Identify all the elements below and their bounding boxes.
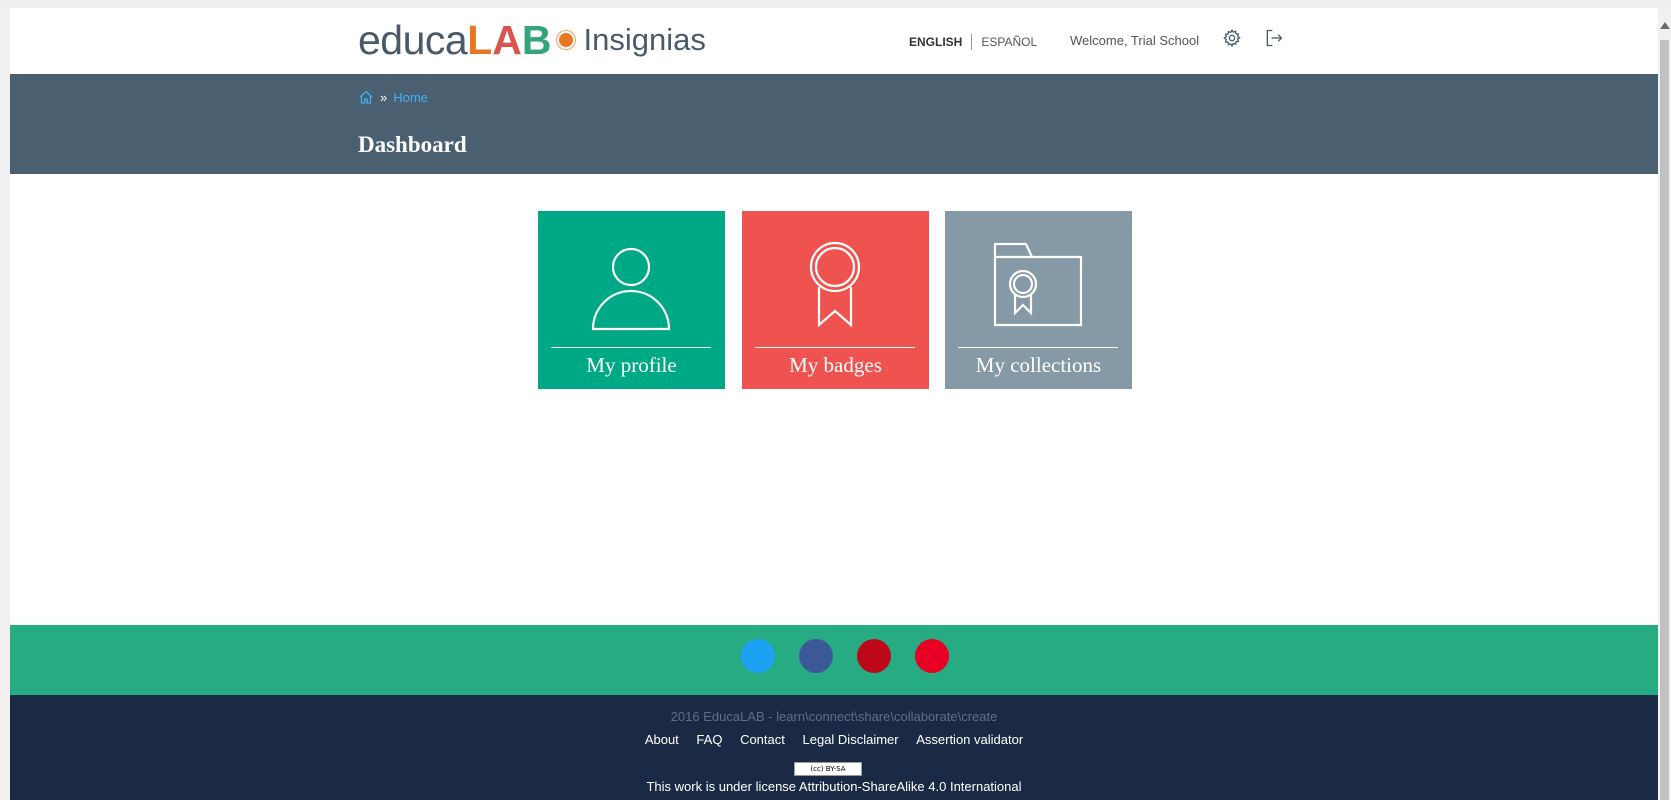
twitter-icon[interactable] bbox=[741, 639, 775, 673]
badge-icon bbox=[809, 241, 861, 328]
logo-lab-b: B bbox=[521, 17, 552, 63]
educalab-logo[interactable]: educa L A B Insignias bbox=[358, 17, 706, 63]
logo-lab-a: A bbox=[492, 17, 522, 63]
footer-links: About FAQ Contact Legal Disclaimer Asser… bbox=[10, 732, 1658, 747]
logo-insignias-text: Insignias bbox=[583, 22, 706, 57]
social-bar bbox=[10, 625, 1658, 695]
breadcrumb-separator: » bbox=[380, 89, 388, 105]
tile-divider bbox=[755, 347, 915, 348]
my-badges-label: My badges bbox=[789, 353, 882, 377]
site-footer: 2016 EducaLAB - learn\connect\share\coll… bbox=[10, 695, 1658, 800]
logo-lab-l: L bbox=[467, 17, 493, 63]
tile-divider bbox=[551, 347, 711, 348]
language-english[interactable]: ENGLISH bbox=[909, 35, 962, 49]
cc-license-badge[interactable]: (cc) BY-SA bbox=[794, 762, 862, 776]
my-badges-tile[interactable]: My badges bbox=[742, 211, 929, 389]
gear-icon[interactable] bbox=[1222, 28, 1242, 48]
user-icon bbox=[591, 247, 671, 331]
language-divider bbox=[971, 34, 973, 50]
breadcrumb-home-link[interactable]: Home bbox=[393, 90, 428, 105]
page: educa L A B Insignias ENGLISH ESPAÑOL Welco… bbox=[10, 8, 1658, 800]
breadcrumb: » Home bbox=[358, 89, 428, 105]
welcome-message: Welcome, Trial School bbox=[1070, 33, 1200, 48]
scroll-up-arrow-icon[interactable] bbox=[1660, 22, 1670, 29]
scrollbar-thumb[interactable] bbox=[1660, 40, 1669, 800]
my-profile-label: My profile bbox=[586, 353, 677, 377]
vertical-scrollbar[interactable] bbox=[1658, 8, 1671, 800]
pinterest-alt-icon[interactable] bbox=[915, 639, 949, 673]
my-profile-tile[interactable]: My profile bbox=[538, 211, 725, 389]
language-spanish[interactable]: ESPAÑOL bbox=[981, 35, 1037, 49]
folder-badge-icon bbox=[993, 242, 1083, 327]
title-band: » Home Dashboard bbox=[10, 74, 1658, 174]
logo-sun-icon bbox=[559, 33, 574, 47]
my-collections-tile[interactable]: My collections bbox=[945, 211, 1132, 389]
footer-link-about[interactable]: About bbox=[645, 732, 679, 747]
footer-copyright: 2016 EducaLAB - learn\connect\share\coll… bbox=[670, 709, 998, 724]
footer-link-contact[interactable]: Contact bbox=[740, 732, 785, 747]
footer-link-legal-disclaimer[interactable]: Legal Disclaimer bbox=[803, 732, 899, 747]
logo-educa-text: educa bbox=[358, 17, 468, 63]
license-text: This work is under license Attribution-S… bbox=[646, 779, 1022, 794]
page-title: Dashboard bbox=[358, 132, 467, 157]
browser-top-strip bbox=[0, 0, 1671, 8]
facebook-icon[interactable] bbox=[799, 639, 833, 673]
footer-link-assertion-validator[interactable]: Assertion validator bbox=[916, 732, 1023, 747]
tile-divider bbox=[958, 347, 1118, 348]
footer-link-faq[interactable]: FAQ bbox=[696, 732, 722, 747]
language-switcher: ENGLISH ESPAÑOL bbox=[909, 34, 1037, 50]
pinterest-icon[interactable] bbox=[857, 639, 891, 673]
my-collections-label: My collections bbox=[975, 353, 1102, 377]
logout-icon[interactable] bbox=[1264, 28, 1284, 48]
site-header: educa L A B Insignias ENGLISH ESPAÑOL Welco… bbox=[10, 8, 1658, 74]
home-icon[interactable] bbox=[358, 89, 374, 105]
